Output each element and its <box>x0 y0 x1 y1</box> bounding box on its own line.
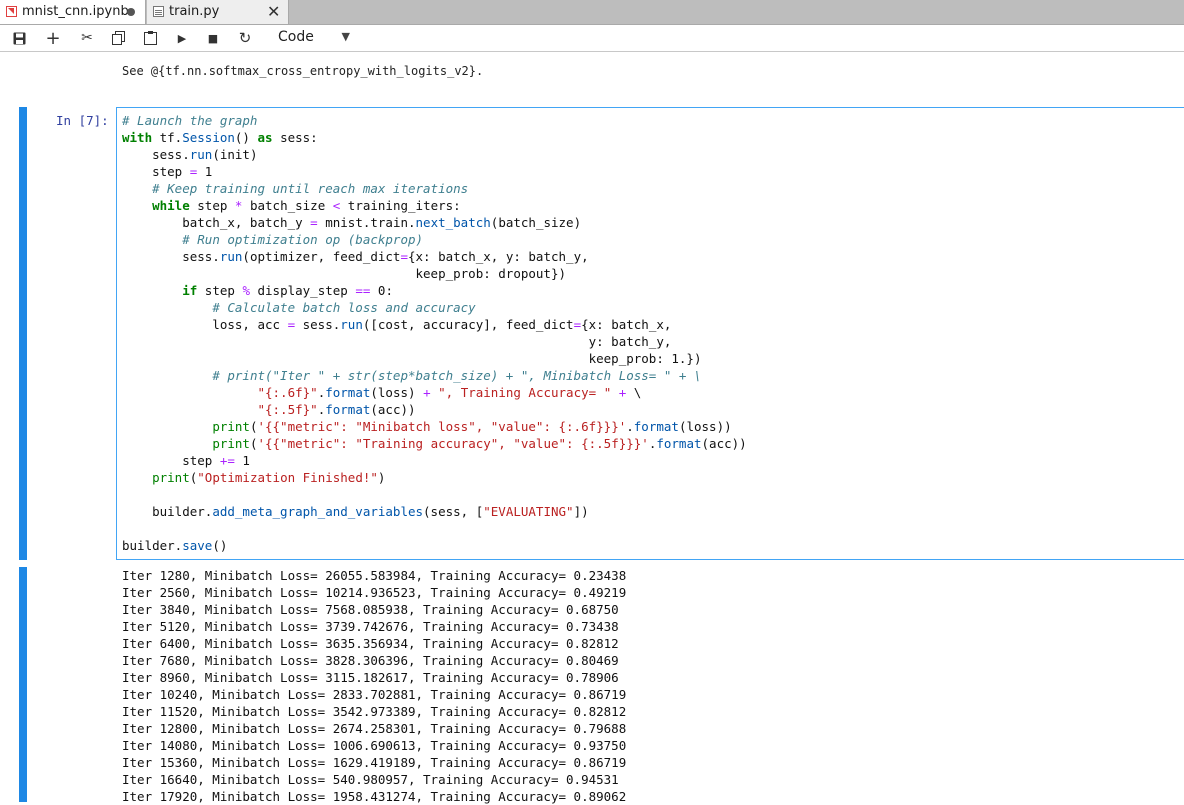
output-line: Iter 12800, Minibatch Loss= 2674.258301,… <box>122 721 627 736</box>
paste-icon[interactable] <box>141 29 159 47</box>
code-line[interactable]: keep_prob: 1.}) <box>122 350 747 367</box>
run-icon[interactable]: ▶ <box>173 29 191 47</box>
code-line[interactable]: while step * batch_size < training_iters… <box>122 197 747 214</box>
output-line: Iter 15360, Minibatch Loss= 1629.419189,… <box>122 755 627 770</box>
code-line[interactable]: # print("Iter " + str(step*batch_size) +… <box>122 367 747 384</box>
cell-type-value: Code <box>278 29 314 45</box>
code-line[interactable]: "{:.6f}".format(loss) + ", Training Accu… <box>122 384 747 401</box>
active-cell-indicator[interactable] <box>19 107 27 560</box>
code-line[interactable] <box>122 520 747 537</box>
output-line: Iter 7680, Minibatch Loss= 3828.306396, … <box>122 653 619 668</box>
output-line: Iter 1280, Minibatch Loss= 26055.583984,… <box>122 568 627 583</box>
copy-icon[interactable] <box>109 29 127 47</box>
notebook-icon <box>6 6 17 17</box>
cut-icon[interactable]: ✂ <box>78 29 96 47</box>
output-line: Iter 17920, Minibatch Loss= 1958.431274,… <box>122 789 627 804</box>
code-line[interactable]: # Run optimization op (backprop) <box>122 231 747 248</box>
python-file-icon <box>153 6 164 17</box>
previous-cell-output: See @{tf.nn.softmax_cross_entropy_with_l… <box>122 64 484 78</box>
unsaved-indicator-icon[interactable] <box>127 8 135 16</box>
code-line[interactable]: step = 1 <box>122 163 747 180</box>
input-prompt: In [7]: <box>56 113 109 128</box>
code-line[interactable]: loss, acc = sess.run([cost, accuracy], f… <box>122 316 747 333</box>
output-line: Iter 11520, Minibatch Loss= 3542.973389,… <box>122 704 627 719</box>
add-icon[interactable]: + <box>44 28 62 49</box>
output-line: Iter 2560, Minibatch Loss= 10214.936523,… <box>122 585 627 600</box>
restart-icon[interactable]: ↻ <box>236 29 254 47</box>
code-line[interactable] <box>122 486 747 503</box>
code-line[interactable]: if step % display_step == 0: <box>122 282 747 299</box>
code-line[interactable]: # Keep training until reach max iteratio… <box>122 180 747 197</box>
save-icon[interactable] <box>10 29 28 47</box>
code-line[interactable]: # Launch the graph <box>122 112 747 129</box>
stop-icon[interactable]: ■ <box>204 29 222 47</box>
close-icon[interactable]: ✕ <box>267 0 280 23</box>
cell-output: Iter 1280, Minibatch Loss= 26055.583984,… <box>122 567 626 805</box>
tab-train-py[interactable]: train.py ✕ <box>147 0 289 24</box>
output-line: Iter 6400, Minibatch Loss= 3635.356934, … <box>122 636 619 651</box>
code-line[interactable]: y: batch_y, <box>122 333 747 350</box>
output-line: Iter 5120, Minibatch Loss= 3739.742676, … <box>122 619 619 634</box>
code-line[interactable]: print('{{"metric": "Training accuracy", … <box>122 435 746 452</box>
output-collapse-bar[interactable] <box>19 567 27 802</box>
code-line[interactable]: "{:.5f}".format(acc)) <box>122 401 747 418</box>
code-line[interactable]: builder.save() <box>122 537 747 554</box>
code-line[interactable]: with tf.Session() as sess: <box>122 129 747 146</box>
code-line[interactable]: # Calculate batch loss and accuracy <box>122 299 747 316</box>
code-line[interactable]: print("Optimization Finished!") <box>122 469 747 486</box>
code-line[interactable]: keep_prob: dropout}) <box>122 265 747 282</box>
code-line[interactable]: batch_x, batch_y = mnist.train.next_batc… <box>122 214 747 231</box>
code-line[interactable]: sess.run(optimizer, feed_dict={x: batch_… <box>122 248 747 265</box>
tab-bar: mnist_cnn.ipynb train.py ✕ <box>0 0 1184 25</box>
code-content[interactable]: # Launch the graph with tf.Session() as s… <box>122 112 747 554</box>
code-line[interactable]: step += 1 <box>122 452 747 469</box>
code-line[interactable]: sess.run(init) <box>122 146 747 163</box>
output-line: Iter 8960, Minibatch Loss= 3115.182617, … <box>122 670 619 685</box>
code-line[interactable]: builder.add_meta_graph_and_variables(ses… <box>122 503 747 520</box>
cell-type-select[interactable]: Code ▼ <box>272 26 356 48</box>
notebook-toolbar: + ✂ ▶ ■ ↻ Code ▼ <box>0 25 1184 52</box>
tab-label: train.py <box>169 4 220 19</box>
output-line: Iter 10240, Minibatch Loss= 2833.702881,… <box>122 687 627 702</box>
output-line: Iter 16640, Minibatch Loss= 540.980957, … <box>122 772 619 787</box>
code-line[interactable]: print('{{"metric": "Minibatch loss", "va… <box>122 418 747 435</box>
chevron-down-icon: ▼ <box>341 30 350 43</box>
output-line: Iter 3840, Minibatch Loss= 7568.085938, … <box>122 602 619 617</box>
output-line: Iter 14080, Minibatch Loss= 1006.690613,… <box>122 738 627 753</box>
tab-mnist-notebook[interactable]: mnist_cnn.ipynb <box>0 0 146 24</box>
tab-label: mnist_cnn.ipynb <box>22 4 129 19</box>
